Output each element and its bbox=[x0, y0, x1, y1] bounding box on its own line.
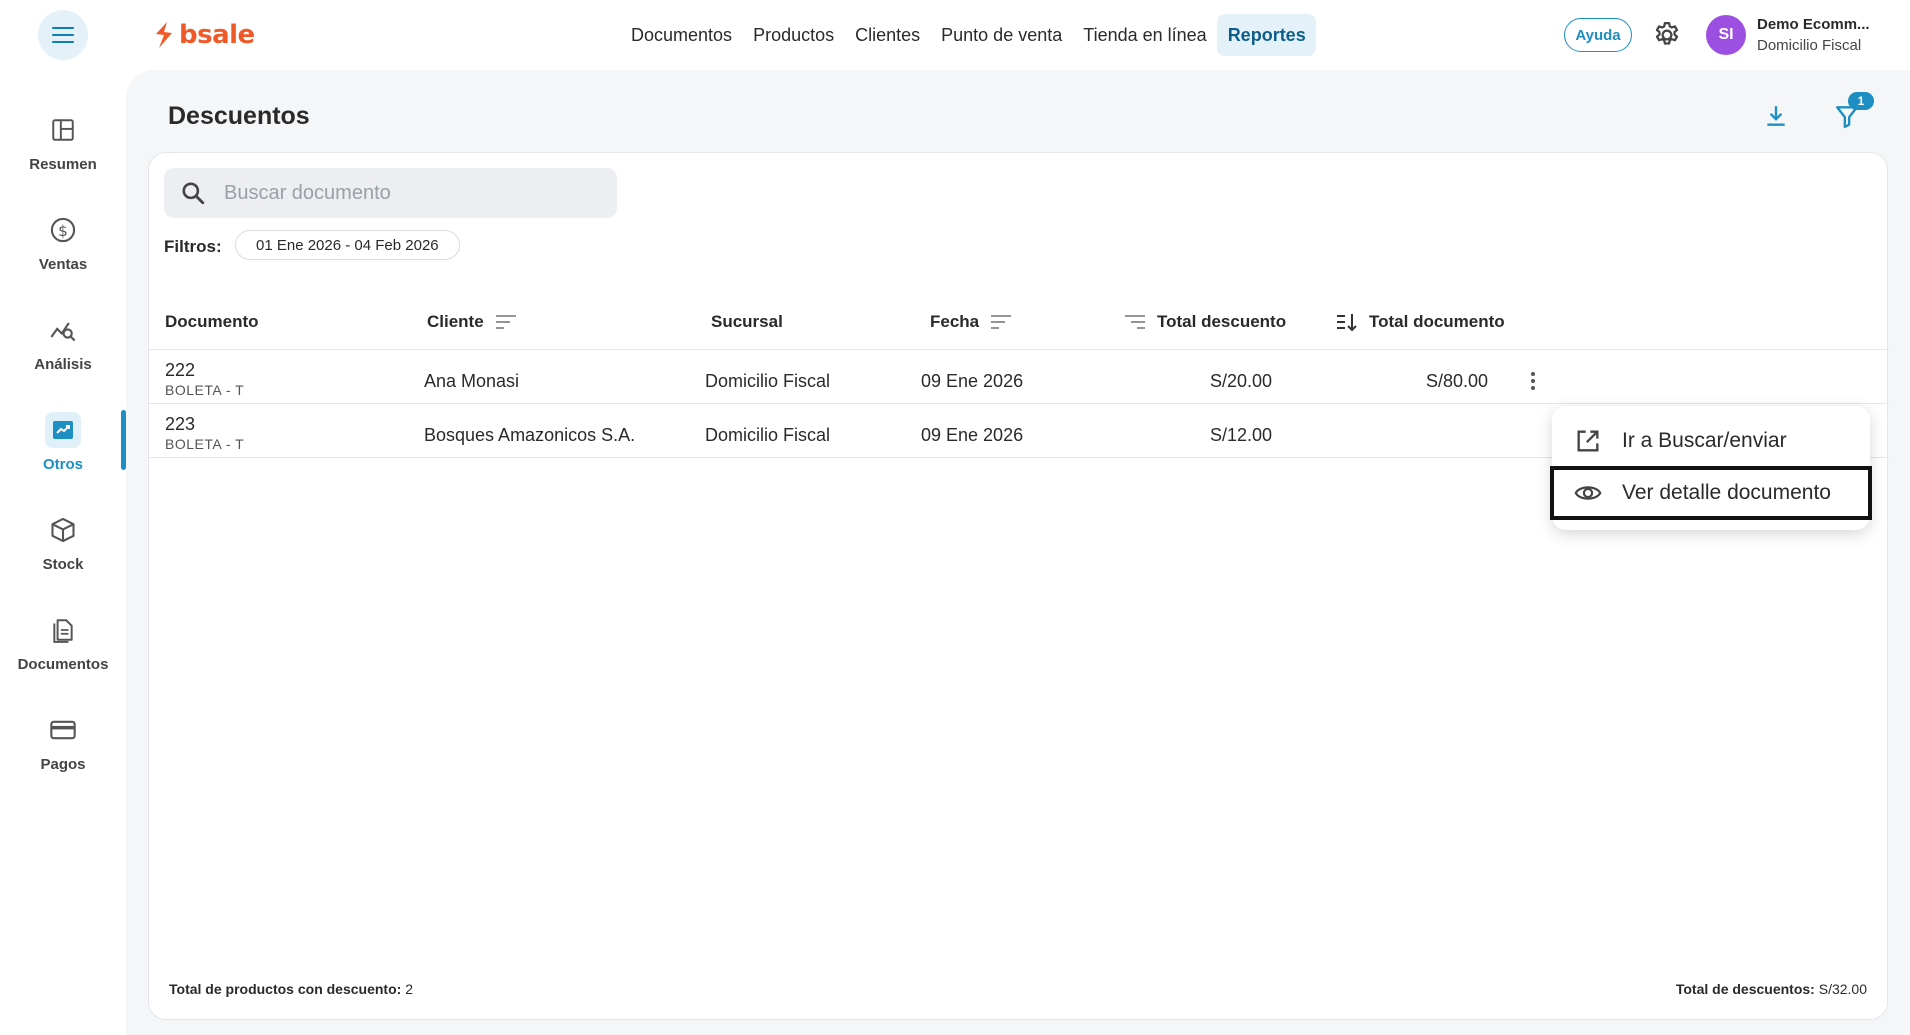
nav-productos[interactable]: Productos bbox=[742, 14, 844, 56]
row-actions-menu: Ir a Buscar/enviar Ver detalle documento bbox=[1550, 406, 1872, 530]
user-branch: Domicilio Fiscal bbox=[1757, 37, 1862, 54]
footer-discount-total: Total de descuentos: S/32.00 bbox=[1676, 981, 1867, 997]
footer-value: S/32.00 bbox=[1814, 981, 1867, 997]
download-button[interactable] bbox=[1758, 98, 1794, 134]
footer-value: 2 bbox=[401, 981, 413, 997]
gear-icon[interactable] bbox=[1652, 20, 1682, 50]
sucursal-cell: Domicilio Fiscal bbox=[705, 371, 831, 391]
bsale-logo-icon bbox=[156, 22, 172, 48]
main-content: Descuentos 1 Filtros: 01 Ene 2026 - 04 F… bbox=[126, 70, 1910, 1035]
filters-label: Filtros: bbox=[164, 237, 222, 256]
filter-count-badge: 1 bbox=[1848, 92, 1874, 110]
search-icon bbox=[182, 182, 205, 205]
total-descuento-cell: S/12.00 bbox=[1209, 425, 1272, 445]
sidebar-item-stock[interactable]: Stock bbox=[0, 500, 126, 580]
footer-label: Total de descuentos: bbox=[1675, 981, 1815, 997]
sort-descending-icon[interactable] bbox=[1335, 312, 1359, 332]
discounts-card: Filtros: 01 Ene 2026 - 04 Feb 2026 Docum… bbox=[148, 152, 1889, 1020]
sidebar-item-otros[interactable]: Otros bbox=[0, 400, 126, 480]
cliente-cell: Ana Monasi bbox=[424, 371, 520, 391]
svg-text:$: $ bbox=[58, 222, 68, 240]
column-header-label: Fecha bbox=[930, 312, 980, 331]
sidebar-item-documentos[interactable]: Documentos bbox=[0, 600, 126, 680]
sidebar-item-analisis[interactable]: Análisis bbox=[0, 300, 126, 380]
column-header-label: Documento bbox=[165, 312, 259, 331]
nav-documentos[interactable]: Documentos bbox=[620, 14, 742, 56]
divider bbox=[149, 349, 1889, 350]
column-header-sucursal: Sucursal bbox=[711, 305, 783, 339]
sidebar-item-label: Análisis bbox=[34, 356, 92, 373]
total-documento-cell: S/80.00 bbox=[1425, 371, 1488, 391]
brand-name: bsale bbox=[179, 20, 255, 50]
dashboard-icon bbox=[45, 112, 81, 148]
menu-item-label: Ver detalle documento bbox=[1622, 481, 1831, 504]
sort-icon[interactable] bbox=[1123, 312, 1147, 332]
column-header-label: Total descuento bbox=[1157, 312, 1287, 331]
external-link-icon bbox=[1577, 430, 1599, 452]
menu-item-ver-detalle-documento[interactable]: Ver detalle documento bbox=[1550, 466, 1872, 520]
analytics-icon bbox=[45, 312, 81, 348]
document-type: BOLETA - T bbox=[165, 382, 245, 398]
footer-product-count: Total de productos con descuento: 2 bbox=[169, 981, 413, 997]
column-header-total-descuento: Total descuento bbox=[1123, 305, 1286, 339]
page-title: Descuentos bbox=[168, 102, 310, 130]
sort-icon[interactable] bbox=[989, 312, 1013, 332]
column-header-label: Sucursal bbox=[711, 312, 783, 331]
search-input[interactable] bbox=[224, 181, 584, 205]
document-number: 222 bbox=[165, 360, 196, 380]
sort-icon[interactable] bbox=[494, 312, 518, 332]
column-header-documento: Documento bbox=[165, 305, 259, 339]
package-icon bbox=[45, 512, 81, 548]
avatar[interactable]: SI bbox=[1706, 15, 1746, 55]
column-header-cliente: Cliente bbox=[427, 305, 518, 339]
hamburger-icon bbox=[52, 27, 74, 43]
sidebar-item-label: Stock bbox=[42, 556, 84, 573]
help-button[interactable]: Ayuda bbox=[1564, 18, 1632, 52]
download-icon bbox=[1767, 106, 1785, 126]
user-name[interactable]: Demo Ecomm... bbox=[1757, 16, 1870, 33]
menu-button[interactable] bbox=[38, 10, 88, 60]
divider bbox=[149, 403, 1889, 404]
sidebar-item-label: Ventas bbox=[38, 256, 88, 273]
document-type: BOLETA - T bbox=[165, 436, 245, 452]
top-bar: bsale Documentos Productos Clientes Punt… bbox=[0, 0, 1910, 70]
column-header-fecha: Fecha bbox=[930, 305, 1013, 339]
sidebar-item-pagos[interactable]: Pagos bbox=[0, 700, 126, 780]
total-descuento-cell: S/20.00 bbox=[1209, 371, 1272, 391]
footer-label: Total de productos con descuento: bbox=[169, 981, 402, 997]
brand-logo[interactable]: bsale bbox=[153, 18, 255, 52]
trending-icon bbox=[45, 412, 81, 448]
row-actions-button[interactable] bbox=[1521, 366, 1545, 396]
column-header-label: Total documento bbox=[1369, 312, 1505, 331]
column-header-label: Cliente bbox=[427, 312, 484, 331]
sidebar-item-label: Otros bbox=[42, 456, 83, 473]
cliente-cell: Bosques Amazonicos S.A. bbox=[424, 425, 636, 445]
sucursal-cell: Domicilio Fiscal bbox=[705, 425, 831, 445]
sidebar-item-resumen[interactable]: Resumen bbox=[0, 100, 126, 180]
search-box[interactable] bbox=[164, 168, 617, 218]
document-icon bbox=[45, 612, 81, 648]
top-nav: Documentos Productos Clientes Punto de v… bbox=[620, 14, 1316, 56]
document-number: 223 bbox=[165, 414, 196, 434]
menu-item-ir-a-buscar-enviar[interactable]: Ir a Buscar/enviar bbox=[1552, 416, 1870, 466]
fecha-cell: 09 Ene 2026 bbox=[921, 371, 1024, 391]
nav-punto-de-venta[interactable]: Punto de venta bbox=[930, 14, 1072, 56]
nav-tienda-en-linea[interactable]: Tienda en línea bbox=[1072, 14, 1216, 56]
date-range-filter-chip[interactable]: 01 Ene 2026 - 04 Feb 2026 bbox=[235, 230, 460, 260]
nav-clientes[interactable]: Clientes bbox=[844, 14, 930, 56]
menu-item-label: Ir a Buscar/enviar bbox=[1622, 429, 1787, 452]
nav-reportes[interactable]: Reportes bbox=[1216, 14, 1316, 56]
fecha-cell: 09 Ene 2026 bbox=[921, 425, 1024, 445]
card-icon bbox=[45, 712, 81, 748]
sidebar-item-label: Pagos bbox=[40, 756, 86, 773]
dollar-icon: $ bbox=[45, 212, 81, 248]
column-header-total-documento: Total documento bbox=[1335, 305, 1505, 339]
sidebar-item-ventas[interactable]: $ Ventas bbox=[0, 200, 126, 280]
sidebar-item-label: Resumen bbox=[29, 156, 97, 173]
sidebar-item-label: Documentos bbox=[17, 656, 109, 673]
eye-icon bbox=[1574, 486, 1602, 500]
